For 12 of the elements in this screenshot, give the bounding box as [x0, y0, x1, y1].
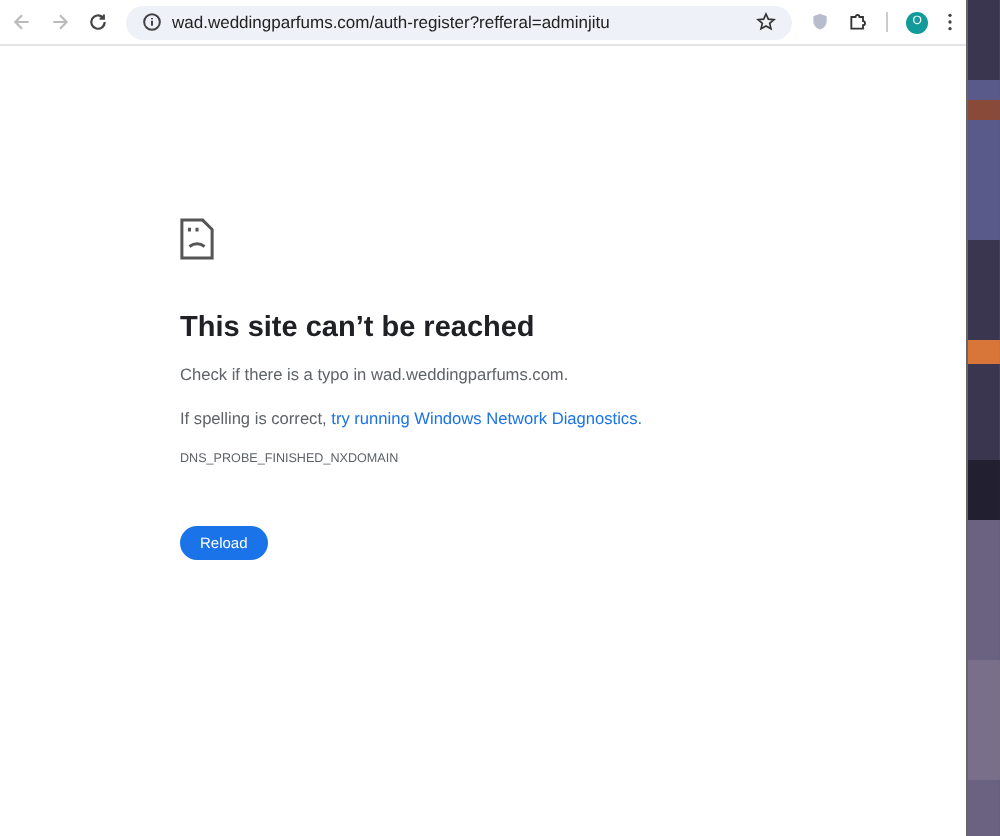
- spelling-hint: If spelling is correct,: [180, 408, 327, 428]
- typo-hint: Check if there is a typo in wad.weddingparfums.com.: [180, 364, 569, 384]
- diagnostics-link[interactable]: try running Windows Network Diagnostics.: [331, 408, 643, 428]
- menu-icon[interactable]: [946, 12, 955, 32]
- address-bar[interactable]: wad.weddingparfums.com/auth-register?refferal=adminjitu: [126, 5, 793, 39]
- sad-page-icon: [180, 218, 214, 260]
- reload-icon[interactable]: [88, 12, 108, 32]
- puzzle-icon[interactable]: [848, 12, 869, 32]
- info-icon[interactable]: [142, 12, 162, 32]
- url-text: wad.weddingparfums.com/auth-register?refferal=adminjitu: [172, 12, 612, 32]
- star-icon[interactable]: [756, 12, 777, 32]
- error-title: This site can’t be reached: [180, 312, 535, 344]
